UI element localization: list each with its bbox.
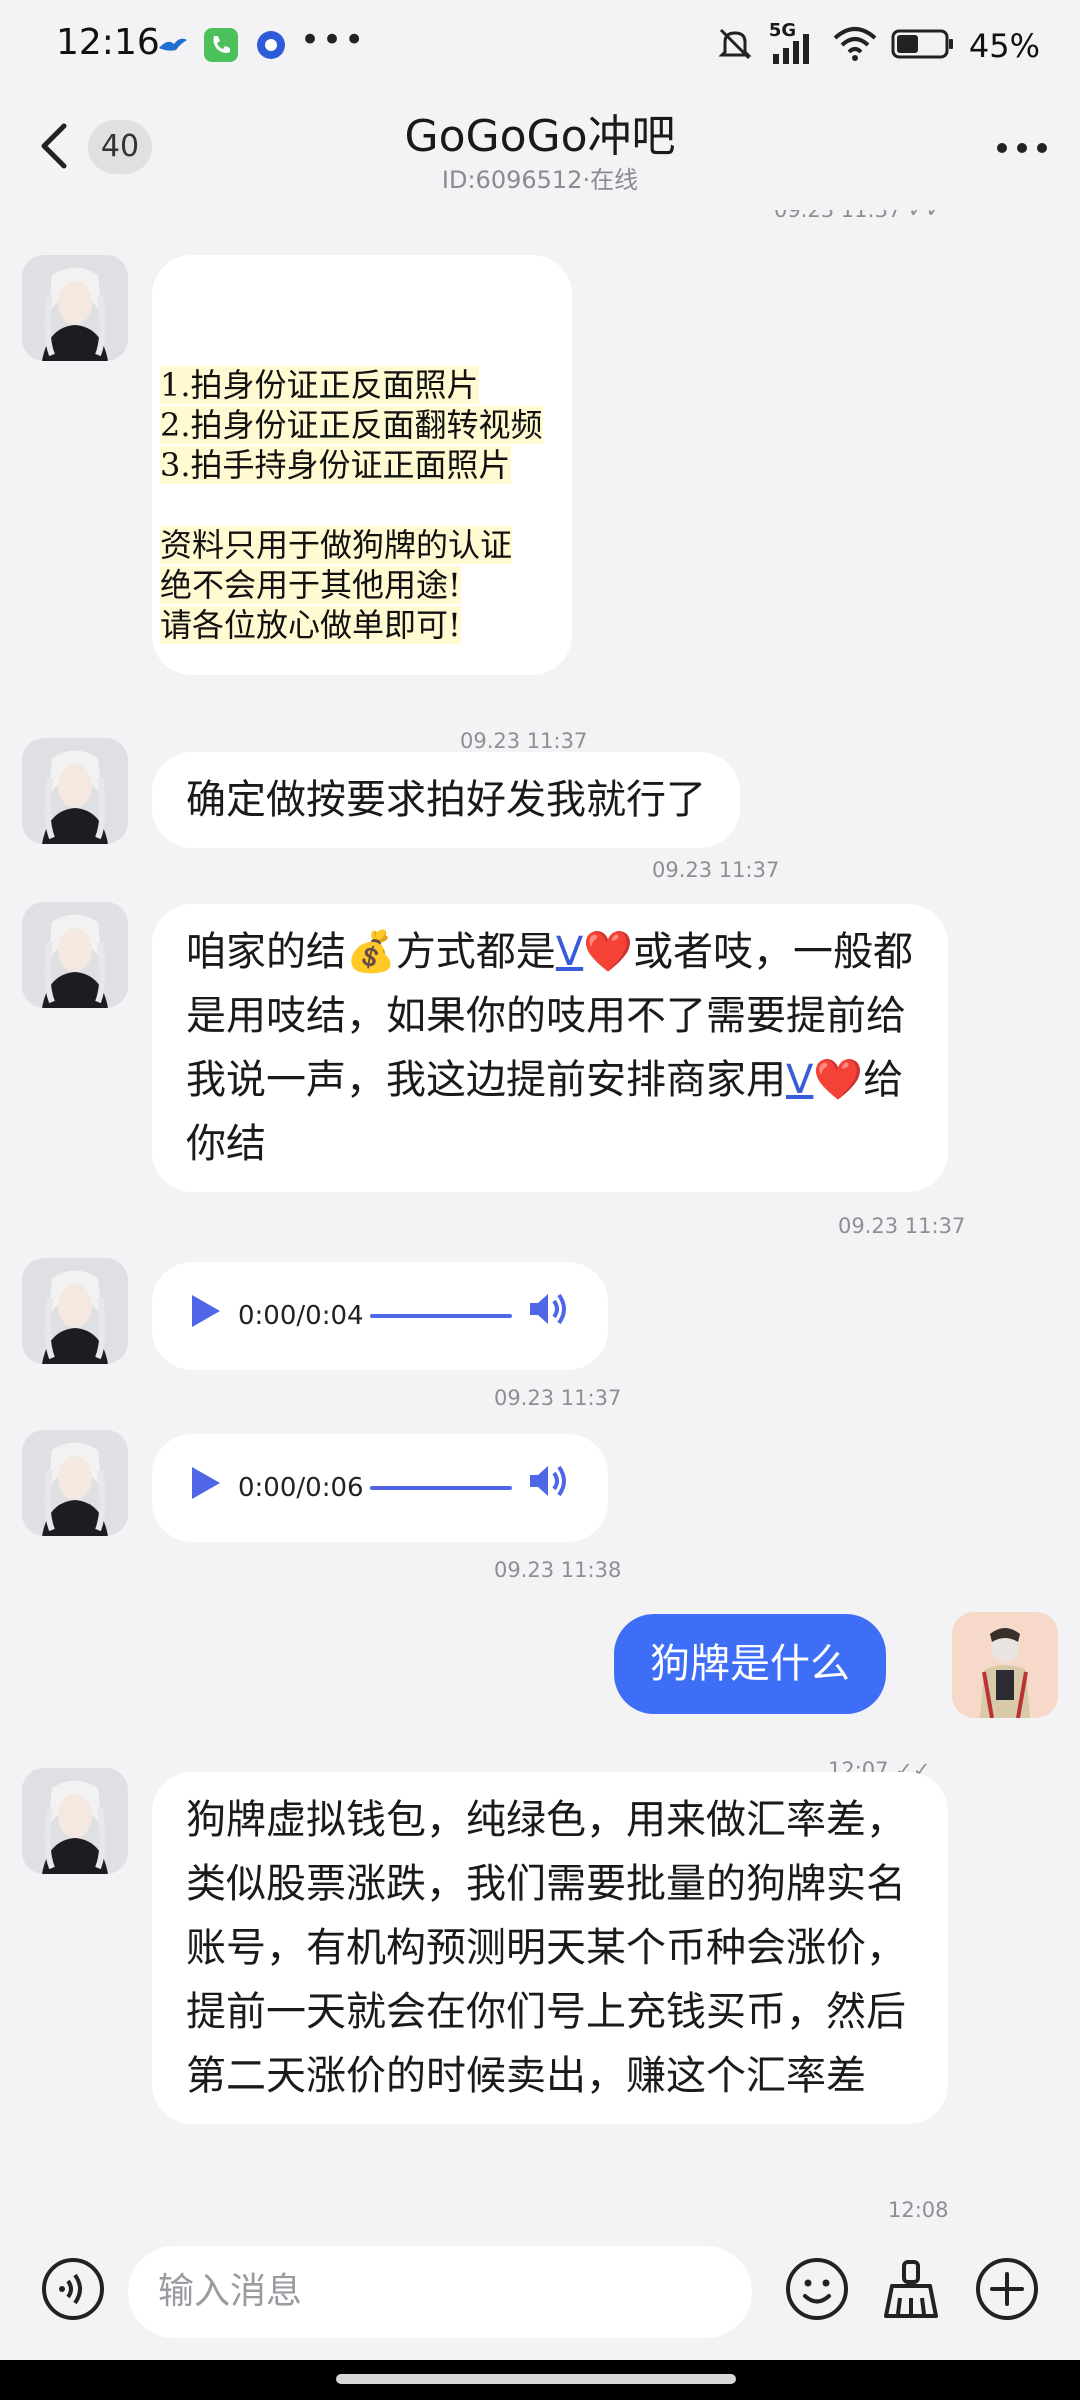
- voice-input-button[interactable]: [40, 2256, 106, 2322]
- notice-line: 资料只用于做狗牌的认证: [160, 526, 513, 564]
- contact-avatar[interactable]: [22, 255, 128, 361]
- home-gesture-handle[interactable]: [336, 2374, 736, 2384]
- message-bubble[interactable]: 狗牌虚拟钱包，纯绿色，用来做汇率差，类似股票涨跌，我们需要批量的狗牌实名账号，有…: [152, 1772, 948, 2124]
- contact-avatar[interactable]: [22, 1258, 128, 1364]
- system-nav-bar: [0, 2360, 1080, 2400]
- chat-subtitle: ID:6096512·在线: [441, 166, 639, 194]
- timestamp: 09.23 11:37: [838, 1214, 966, 1238]
- message-received[interactable]: 1.拍身份证正反面照片 2.拍身份证正反面翻转视频 3.拍手持身份证正面照片 资…: [0, 255, 1080, 753]
- message-text: 方式都是: [395, 929, 556, 975]
- message-received[interactable]: 确定做按要求拍好发我就行了 09.23 11:37: [0, 738, 1080, 882]
- money-bag-emoji: 💰: [346, 929, 396, 975]
- timestamp: 09.23 11:38: [494, 1558, 622, 1582]
- notice-text: 1.拍身份证正反面照片 2.拍身份证正反面翻转视频 3.拍手持身份证正面照片 资…: [160, 365, 543, 645]
- message-list[interactable]: 09.23 11:37 ✓✓ 1.拍身份证正反面照片 2.拍身份证正反面翻转视频…: [0, 210, 1080, 2220]
- notice-image-bubble[interactable]: 1.拍身份证正反面照片 2.拍身份证正反面翻转视频 3.拍手持身份证正面照片 资…: [152, 255, 572, 675]
- audio-time: 0:00/0:06: [238, 1473, 364, 1503]
- timestamp: 09.23 11:37: [652, 858, 780, 882]
- phone-app-icon: [204, 28, 238, 62]
- message-text: 狗牌虚拟钱包，纯绿色，用来做汇率差，类似股票涨跌，我们需要批量的狗牌实名账号，有…: [186, 1797, 906, 2099]
- audio-time: 0:00/0:04: [238, 1301, 364, 1331]
- battery-icon: [891, 27, 955, 65]
- message-bubble[interactable]: 狗牌是什么: [614, 1614, 886, 1714]
- message-text: 咱家的结: [186, 929, 346, 975]
- more-notifications-indicator: •••: [300, 20, 367, 60]
- message-bubble[interactable]: 咱家的结💰方式都是V❤️或者吱，一般都是用吱结，如果你的吱用不了需要提前给我说一…: [152, 904, 948, 1192]
- heart-emoji: ❤️: [813, 1057, 864, 1103]
- wifi-icon: [833, 26, 877, 66]
- message-received[interactable]: 咱家的结💰方式都是V❤️或者吱，一般都是用吱结，如果你的吱用不了需要提前给我说一…: [0, 902, 1080, 1238]
- play-icon[interactable]: [188, 1456, 222, 1520]
- status-time: 12:16: [56, 22, 160, 63]
- message-bubble[interactable]: 确定做按要求拍好发我就行了: [152, 752, 740, 848]
- notice-line: 请各位放心做单即可!: [160, 606, 461, 644]
- audio-message[interactable]: 0:00/0:04: [152, 1262, 608, 1370]
- message-sent[interactable]: 狗牌是什么 12:07 ✓✓: [0, 1602, 1080, 1782]
- volume-icon[interactable]: [528, 1284, 570, 1348]
- battery-percent: 45%: [968, 27, 1040, 65]
- contact-avatar[interactable]: [22, 1768, 128, 1874]
- notice-line: 1.拍身份证正反面照片: [160, 366, 479, 404]
- notice-line: 绝不会用于其他用途!: [160, 566, 461, 604]
- my-avatar[interactable]: [952, 1612, 1058, 1718]
- timestamp: 09.23 11:37 ✓✓: [774, 210, 943, 222]
- chat-header: 40 GoGoGo冲吧 ID:6096512·在线: [0, 92, 1080, 210]
- v-link[interactable]: V: [556, 929, 583, 975]
- audio-message[interactable]: 0:00/0:06: [152, 1434, 608, 1542]
- contact-avatar[interactable]: [22, 738, 128, 844]
- timestamp: 12:08: [888, 2198, 949, 2220]
- chat-title: GoGoGo冲吧: [404, 111, 676, 162]
- message-input[interactable]: 输入消息: [128, 2246, 752, 2338]
- read-check-icon: ✓✓: [908, 210, 944, 222]
- timestamp-text: 09.23 11:37: [774, 210, 902, 222]
- heart-emoji: ❤️: [583, 929, 633, 975]
- audio-progress-bar[interactable]: [370, 1486, 512, 1490]
- clear-broom-button[interactable]: [878, 2256, 944, 2322]
- mute-icon: [715, 24, 755, 68]
- message-text: 狗牌是什么: [650, 1641, 850, 1687]
- timestamp: 09.23 11:37: [494, 1386, 622, 1410]
- contact-avatar[interactable]: [22, 902, 128, 1008]
- add-attachment-button[interactable]: [974, 2256, 1040, 2322]
- notice-line: 3.拍手持身份证正面照片: [160, 446, 511, 484]
- emoji-button[interactable]: [784, 2256, 850, 2322]
- notice-line: 2.拍身份证正反面翻转视频: [160, 406, 543, 444]
- status-bar: 12:16 ••• 5G 45%: [0, 0, 1080, 92]
- browser-app-icon: [254, 28, 288, 62]
- bird-app-icon: [156, 28, 190, 62]
- cellular-signal-icon: 5G: [769, 20, 819, 66]
- more-options-button[interactable]: [992, 128, 1052, 168]
- play-icon[interactable]: [188, 1284, 222, 1348]
- message-text: 确定做按要求拍好发我就行了: [186, 777, 706, 823]
- message-received[interactable]: 狗牌虚拟钱包，纯绿色，用来做汇率差，类似股票涨跌，我们需要批量的狗牌实名账号，有…: [0, 1768, 1080, 2220]
- volume-icon[interactable]: [528, 1456, 570, 1520]
- input-bar: 输入消息: [0, 2220, 1080, 2360]
- audio-progress-bar[interactable]: [370, 1314, 512, 1318]
- v-link[interactable]: V: [786, 1057, 813, 1103]
- message-received[interactable]: 0:00/0:06 09.23 11:38: [0, 1430, 1080, 1582]
- contact-avatar[interactable]: [22, 1430, 128, 1536]
- message-received[interactable]: 0:00/0:04 09.23 11:37: [0, 1258, 1080, 1410]
